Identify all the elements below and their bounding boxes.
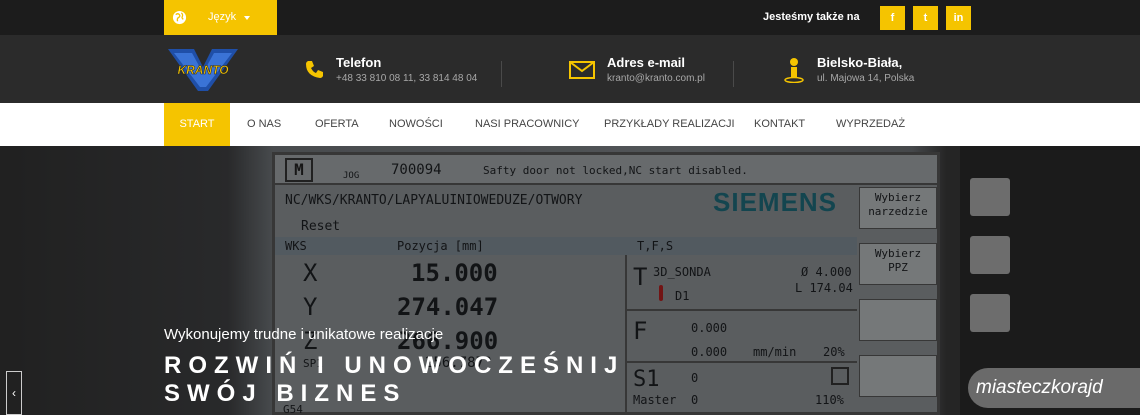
address-title: Bielsko-Biała, <box>817 55 903 70</box>
globe-icon <box>172 10 187 25</box>
nav-item-start[interactable]: START <box>164 103 230 146</box>
nav-item-nasi-pracownicy[interactable]: NASI PRACOWNICY <box>475 103 580 146</box>
divider <box>501 61 502 87</box>
phone-value[interactable]: +48 33 810 08 11, 33 814 48 04 <box>336 73 477 84</box>
nav-item-kontakt[interactable]: KONTAKT <box>754 103 805 146</box>
divider <box>733 61 734 87</box>
address-value: ul. Majowa 14, Polska <box>817 73 915 84</box>
email-info: Adres e-mail kranto@kranto.com.pl <box>607 55 705 84</box>
slider-prev-button[interactable]: ‹ <box>6 371 22 415</box>
hero-slider: M JOG 700094 Safty door not locked,NC st… <box>0 146 1140 415</box>
hero-subtitle: Wykonujemy trudne i unikatowe realizacje <box>164 326 444 343</box>
location-person-icon <box>784 58 804 83</box>
facebook-icon: f <box>890 12 895 24</box>
language-selector[interactable]: Język <box>164 0 277 35</box>
phone-title: Telefon <box>336 55 382 70</box>
kranto-logo[interactable]: KRANTO <box>164 47 242 93</box>
language-label: Język <box>208 11 237 23</box>
chevron-down-icon <box>244 16 250 20</box>
header: KRANTO Telefon +48 33 810 08 11, 33 814 … <box>0 35 1140 103</box>
hero-title-line-2: SWÓJ BIZNES <box>164 380 407 407</box>
watermark: miasteczkorajd <box>968 368 1140 408</box>
nav-item-nowosci[interactable]: NOWOŚCI <box>389 103 443 146</box>
email-title: Adres e-mail <box>607 55 686 70</box>
linkedin-icon: in <box>953 12 964 24</box>
facebook-button[interactable]: f <box>880 6 905 30</box>
svg-text:KRANTO: KRANTO <box>177 63 229 77</box>
email-icon <box>569 61 595 79</box>
twitter-icon: t <box>923 12 928 24</box>
twitter-button[interactable]: t <box>913 6 938 30</box>
chevron-left-icon: ‹ <box>12 386 16 400</box>
main-nav: START O NAS OFERTA NOWOŚCI NASI PRACOWNI… <box>0 103 1140 146</box>
phone-info: Telefon +48 33 810 08 11, 33 814 48 04 <box>336 55 477 84</box>
nav-item-oferta[interactable]: OFERTA <box>315 103 359 146</box>
linkedin-button[interactable]: in <box>946 6 971 30</box>
nav-item-wyprzedaz[interactable]: WYPRZEDAŻ <box>836 103 905 146</box>
top-bar: Język Jesteśmy także na f t in <box>0 0 1140 35</box>
phone-icon <box>306 61 323 78</box>
address-info: Bielsko-Biała, ul. Majowa 14, Polska <box>817 55 914 84</box>
nav-item-przyklady-realizacji[interactable]: PRZYKŁADY REALIZACJI <box>604 103 735 146</box>
email-value[interactable]: kranto@kranto.com.pl <box>607 73 705 84</box>
nav-item-o-nas[interactable]: O NAS <box>247 103 281 146</box>
social-label: Jesteśmy także na <box>763 11 860 23</box>
hero-title-line-1: ROZWIŃ I UNOWOCZEŚNIJ <box>164 352 625 379</box>
